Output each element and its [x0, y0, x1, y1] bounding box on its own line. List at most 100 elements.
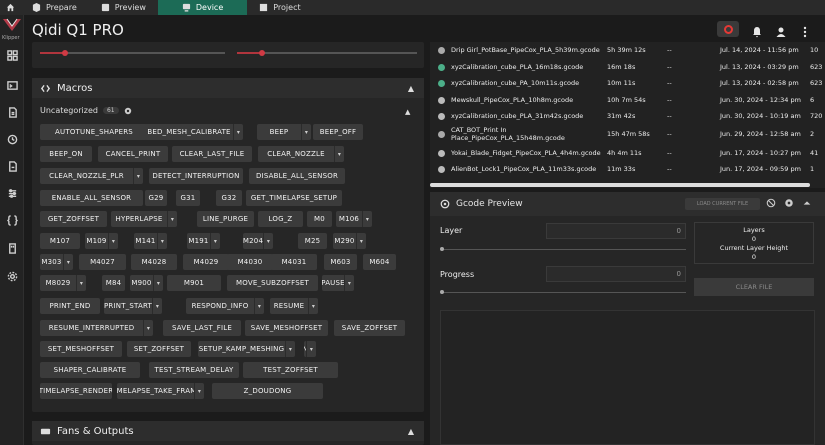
macro-button[interactable]: M84 [102, 275, 125, 291]
tab-prepare[interactable]: Prepare [20, 0, 89, 15]
chevron-down-icon[interactable]: ▾ [63, 254, 73, 270]
chevron-down-icon[interactable]: ▾ [233, 124, 243, 140]
macro-button[interactable]: DISABLE_ALL_SENSOR [249, 168, 345, 184]
settings-sliders-icon[interactable] [5, 186, 19, 200]
clear-file-button[interactable]: CLEAR FILE [694, 278, 814, 296]
chevron-down-icon[interactable]: ▾ [344, 275, 354, 291]
macro-button[interactable]: M4030 [227, 254, 273, 270]
chevron-down-icon[interactable]: ▾ [167, 211, 177, 227]
chevron-down-icon[interactable]: ▾ [108, 233, 118, 249]
macro-button[interactable]: RESPOND_INFO ▾ [186, 298, 264, 314]
macro-button[interactable]: GET_ZOFFSET [40, 211, 107, 227]
macro-button[interactable]: LOG_Z [258, 211, 303, 227]
layer-input[interactable]: 0 [546, 223, 686, 239]
macro-button[interactable]: SAVE_MESHOFFSET [245, 320, 328, 336]
macro-button[interactable]: RESUME_INTERRUPTED ▾ [40, 320, 153, 336]
macro-button[interactable]: M4027 [79, 254, 126, 270]
bell-icon[interactable] [751, 23, 763, 38]
macro-button[interactable]: SET_MESHOFFSET [40, 341, 122, 357]
dashboard-icon[interactable] [5, 48, 19, 62]
macro-button[interactable]: M0 [307, 211, 332, 227]
fans-header[interactable]: Fans & Outputs ▲ [32, 421, 424, 441]
tab-home[interactable] [0, 0, 20, 15]
history-icon[interactable] [5, 132, 19, 146]
macro-button[interactable]: PAUSE ▾ [322, 275, 354, 291]
sd-card-icon[interactable] [5, 241, 19, 255]
macro-button[interactable]: M4031 [271, 254, 317, 270]
slider-knob-right[interactable] [259, 50, 265, 56]
more-vertical-icon[interactable] [799, 23, 811, 38]
chevron-down-icon[interactable]: ▾ [301, 124, 311, 140]
macro-button[interactable]: M106 ▾ [336, 211, 372, 227]
gear-icon[interactable] [5, 269, 19, 283]
chevron-down-icon[interactable]: ▾ [157, 233, 167, 249]
macro-button[interactable]: M4029 [183, 254, 229, 270]
chevron-down-icon[interactable]: ▾ [356, 233, 366, 249]
files-icon[interactable] [5, 105, 19, 119]
macro-button[interactable]: CLEAR_NOZZLE ▾ [258, 146, 344, 162]
macro-button[interactable]: M25 [298, 233, 327, 249]
macro-button[interactable]: DETECT_INTERRUPTION [149, 168, 243, 184]
tab-preview[interactable]: Preview [89, 0, 158, 15]
chevron-up-icon[interactable] [802, 198, 812, 208]
macro-button[interactable]: G31 [176, 190, 200, 206]
macro-button[interactable]: M303 ▾ [40, 254, 73, 270]
file-row[interactable]: xyzCalibration_cube_PLA_16m18s.gcode 16m … [430, 59, 825, 75]
macro-button[interactable]: G29 [145, 190, 167, 206]
macro-button[interactable]: CANCEL_PRINT [98, 146, 168, 162]
file-row[interactable]: CAT_BOT_Print In Place_PipeCox_PLA_15h48… [430, 124, 825, 144]
macro-button[interactable]: M191 ▾ [187, 233, 220, 249]
macro-button[interactable]: BEEP ▾ [257, 124, 311, 140]
horizontal-scrollbar[interactable] [430, 183, 810, 187]
macro-button[interactable]: M109 ▾ [85, 233, 118, 249]
macro-button[interactable]: M107 [40, 233, 80, 249]
file-row[interactable]: AlienBot_Lock1_PipeCox_PLA_11m33s.gcode 1… [430, 161, 825, 177]
slider-knob-left[interactable] [62, 50, 68, 56]
macro-button[interactable]: SHAPER_CALIBRATE [40, 362, 140, 378]
macro-button[interactable]: SETUP_KAMP_MESHING ▾ [198, 341, 295, 357]
macro-button[interactable]: LINE_PURGE [197, 211, 254, 227]
macro-button[interactable]: M8029 ▾ [40, 275, 86, 291]
chevron-down-icon[interactable]: ▾ [153, 275, 163, 291]
chevron-down-icon[interactable]: ▾ [334, 146, 344, 162]
file-row[interactable]: xyzCalibration_cube_PA_10m11s.gcode 10m 1… [430, 75, 825, 91]
progress-slider[interactable] [442, 292, 686, 293]
macro-button[interactable]: CLEAR_NOZZLE_PLR ▾ [40, 168, 143, 184]
chevron-down-icon[interactable]: ▾ [285, 341, 295, 357]
chevron-up-icon[interactable]: ▲ [405, 108, 410, 116]
layer-slider[interactable] [442, 249, 686, 250]
gear-icon[interactable] [784, 198, 794, 208]
macro-button[interactable]: BED_MESH_CALIBRATE ▾ [145, 124, 243, 140]
macro-button[interactable]: ENABLE_ALL_SENSOR [40, 190, 143, 206]
macro-button[interactable]: G32 [216, 190, 242, 206]
gcode-canvas[interactable] [440, 310, 815, 445]
emergency-stop-button[interactable] [717, 21, 739, 37]
console-icon[interactable] [5, 78, 19, 92]
chevron-down-icon[interactable]: ▾ [210, 233, 220, 249]
macro-button[interactable]: TIMELAPSE_RENDER [40, 383, 112, 399]
macro-button[interactable]: TEST_ZOFFSET [243, 362, 338, 378]
macro-button[interactable]: M900 ▾ [130, 275, 163, 291]
macro-button[interactable]: M4028 [131, 254, 177, 270]
macro-button[interactable]: SAVE_ZOFFSET [334, 320, 405, 336]
macro-button[interactable]: AUTOTUNE_SHAPERS [40, 124, 148, 140]
chevron-up-icon[interactable]: ▲ [408, 427, 414, 436]
chevron-down-icon[interactable]: ▾ [152, 298, 162, 314]
macro-button[interactable]: GET_TIMELAPSE_SETUP [246, 190, 342, 206]
macro-button[interactable]: PRINT_END [40, 298, 100, 314]
tab-project[interactable]: Project [247, 0, 312, 15]
file-row[interactable]: xyzCalibration_cube_PLA_31m42s.gcode 31m … [430, 108, 825, 124]
macro-button[interactable]: Z_DOUDONG [212, 383, 323, 399]
macro-button[interactable]: SAVE_LAST_FILE [163, 320, 241, 336]
chevron-down-icon[interactable]: ▾ [254, 298, 264, 314]
macro-button[interactable]: SET_ZOFFSET [127, 341, 191, 357]
gear-icon[interactable] [124, 107, 132, 115]
layer-slider-knob[interactable] [440, 247, 444, 251]
macros-header[interactable]: Macros ▲ [32, 78, 424, 98]
macro-button[interactable]: RESUME ▾ [270, 298, 318, 314]
chevron-down-icon[interactable]: ▾ [76, 275, 86, 291]
macro-button[interactable]: CLEAR_LAST_FILE [172, 146, 252, 162]
tab-device[interactable]: Device [157, 0, 248, 15]
progress-input[interactable]: 0 [546, 266, 686, 282]
code-braces-icon[interactable] [5, 213, 19, 227]
